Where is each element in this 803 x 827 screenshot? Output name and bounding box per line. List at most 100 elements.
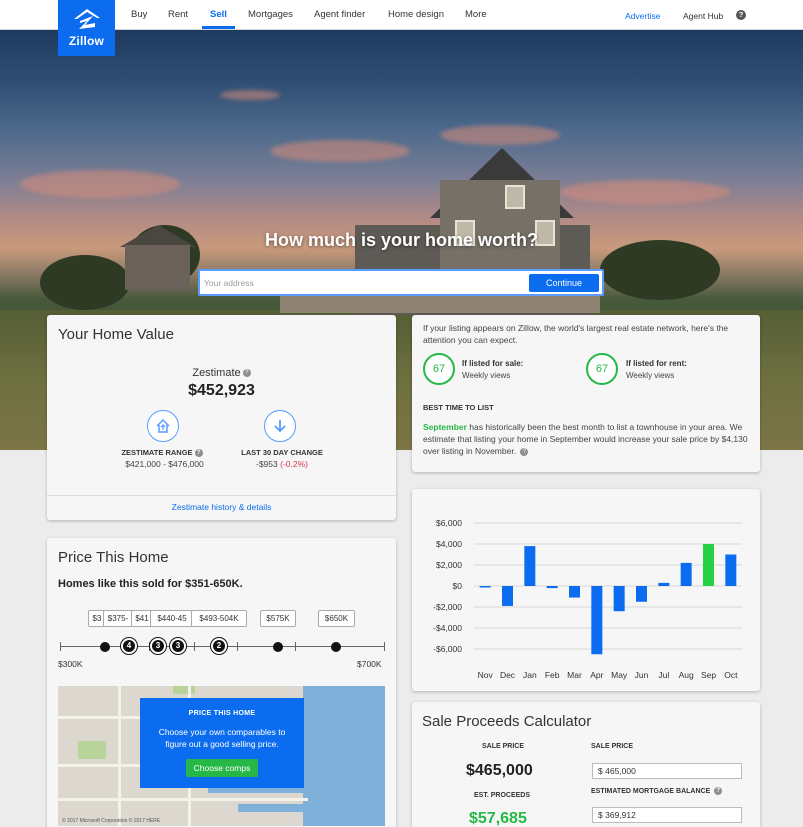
bar-mar[interactable] [569, 586, 580, 598]
listing-intro: If your listing appears on Zillow, the w… [423, 323, 729, 345]
comp-dot[interactable] [273, 642, 283, 652]
price-pill[interactable]: $493-504K [191, 610, 247, 627]
help-icon[interactable]: ? [736, 10, 746, 20]
x-tick-label: Sep [701, 670, 716, 680]
y-tick-label: -$2,000 [433, 602, 462, 612]
sale-views-badge: 67 [423, 353, 455, 385]
zestimate-history-link[interactable]: Zestimate history & details [47, 502, 396, 512]
timeline-tick [237, 642, 238, 651]
currency-symbol: $ [598, 766, 603, 776]
nav-agent-finder[interactable]: Agent finder [314, 9, 365, 20]
nav-rent[interactable]: Rent [168, 9, 188, 20]
seasonal-price-chart: $6,000 $4,000 $2,000 $0 -$2,000 -$4,000 -$6,00… [433, 518, 742, 680]
comp-dot[interactable] [100, 642, 110, 652]
timeline-tick [194, 642, 195, 651]
map-credit: © 2017 Microsoft Corporation © 2017 HERE [62, 818, 161, 824]
bar-feb[interactable] [546, 586, 558, 589]
bar-jan[interactable] [524, 546, 536, 586]
bar-jun[interactable] [636, 586, 647, 602]
proceeds-label: EST. PROCEEDS [474, 792, 531, 799]
advertise-link[interactable]: Advertise [625, 11, 660, 21]
listing-attention-card: If your listing appears on Zillow, the w… [412, 315, 760, 472]
info-icon[interactable]: ? [520, 447, 529, 456]
change-percent: (-0.2%) [280, 459, 308, 469]
nav-more[interactable]: More [465, 9, 487, 20]
home-value-title: Your Home Value [58, 326, 174, 343]
comp-count-dot[interactable]: 3 [170, 638, 186, 654]
x-tick-label: Apr [590, 670, 603, 680]
nav-home-design[interactable]: Home design [388, 9, 444, 20]
range-min-label: $300K [58, 659, 83, 669]
choose-comps-button[interactable]: Choose comps [186, 759, 258, 777]
sale-price-label: SALE PRICE [482, 743, 525, 750]
bar-jul[interactable] [658, 582, 670, 586]
sale-price-value: $465,000 [466, 762, 533, 779]
x-tick-label: Aug [679, 670, 694, 680]
comp-count-dot[interactable]: 2 [211, 638, 227, 654]
comp-dot[interactable] [331, 642, 341, 652]
sale-views-label: If listed for sale: [462, 359, 524, 368]
y-tick-label: $0 [453, 581, 463, 591]
sale-views-sub: Weekly views [462, 371, 511, 380]
house-window [505, 185, 525, 209]
overlay-text: Choose your own comparables to figure ou… [158, 727, 286, 749]
nav-sell[interactable]: Sell [210, 9, 227, 20]
overlay-title: PRICE THIS HOME [188, 710, 256, 717]
x-tick-label: Mar [567, 670, 582, 680]
comps-map[interactable]: PRICE THIS HOME Choose your own comparab… [58, 686, 385, 826]
continue-button[interactable]: Continue [529, 274, 599, 292]
price-pill[interactable]: $650K [318, 610, 355, 627]
proceeds-value: $57,685 [469, 810, 527, 827]
mortgage-input-value: 369,912 [605, 810, 636, 820]
x-tick-label: Oct [724, 670, 738, 680]
address-search: Continue [198, 269, 604, 296]
price-pill[interactable]: $575K [260, 610, 296, 627]
comp-count-dot[interactable]: 4 [121, 638, 137, 654]
rent-views-label: If listed for rent: [626, 359, 687, 368]
best-time-text: September has historically been the best… [423, 421, 758, 457]
agent-hub-link[interactable]: Agent Hub [683, 11, 723, 21]
address-input[interactable] [204, 275, 524, 291]
bar-may[interactable] [613, 586, 625, 612]
comp-count-dot[interactable]: 3 [150, 638, 166, 654]
seasonal-chart-card: $6,000 $4,000 $2,000 $0 -$2,000 -$4,000 -$6,00… [412, 489, 760, 691]
change-label: LAST 30 DAY CHANGE [241, 448, 323, 457]
price-pill[interactable]: $375- [103, 610, 133, 627]
info-icon[interactable]: ? [194, 449, 203, 458]
nav-active-indicator [202, 26, 235, 29]
bar-apr[interactable] [591, 586, 603, 655]
zestimate-range-label-text: ZESTIMATE RANGE [121, 448, 193, 457]
bar-nov[interactable] [479, 586, 491, 588]
mortgage-label: ESTIMATED MORTGAGE BALANCE ? [591, 787, 723, 795]
logo-text: Zillow [68, 34, 105, 48]
currency-symbol: $ [598, 810, 603, 820]
zillow-logo[interactable]: Zillow [58, 0, 115, 56]
map-park [173, 686, 195, 694]
bar-sep[interactable] [703, 544, 714, 586]
zestimate-label-text: Zestimate [192, 367, 241, 379]
nav-mortgages[interactable]: Mortgages [248, 9, 293, 20]
cloud [20, 170, 180, 198]
info-icon[interactable]: ? [714, 787, 723, 795]
zestimate-label: Zestimate? [47, 367, 396, 379]
bar-oct[interactable] [725, 554, 737, 587]
price-this-home-overlay: PRICE THIS HOME Choose your own comparab… [140, 698, 304, 788]
nav-buy[interactable]: Buy [131, 9, 147, 20]
x-tick-label: Dec [500, 670, 516, 680]
mortgage-balance-input[interactable]: $ 369,912 [592, 807, 742, 823]
zestimate-value: $452,923 [188, 382, 255, 399]
sale-price-input[interactable]: $ 465,000 [592, 763, 742, 779]
cloud [220, 90, 280, 100]
mortgage-label-text: ESTIMATED MORTGAGE BALANCE [591, 787, 711, 795]
map-park [78, 741, 106, 759]
zillow-logo-icon [74, 9, 100, 29]
price-pill[interactable]: $440-45 [150, 610, 194, 627]
tree [40, 255, 130, 310]
bar-aug[interactable] [680, 562, 692, 586]
best-month: September [423, 422, 467, 432]
input-sale-price-label: SALE PRICE [591, 743, 634, 750]
bar-dec[interactable] [502, 586, 513, 606]
info-icon[interactable]: ? [242, 369, 251, 378]
sale-price-input-value: 465,000 [605, 766, 636, 776]
zestimate-range-label: ZESTIMATE RANGE? [102, 448, 222, 458]
